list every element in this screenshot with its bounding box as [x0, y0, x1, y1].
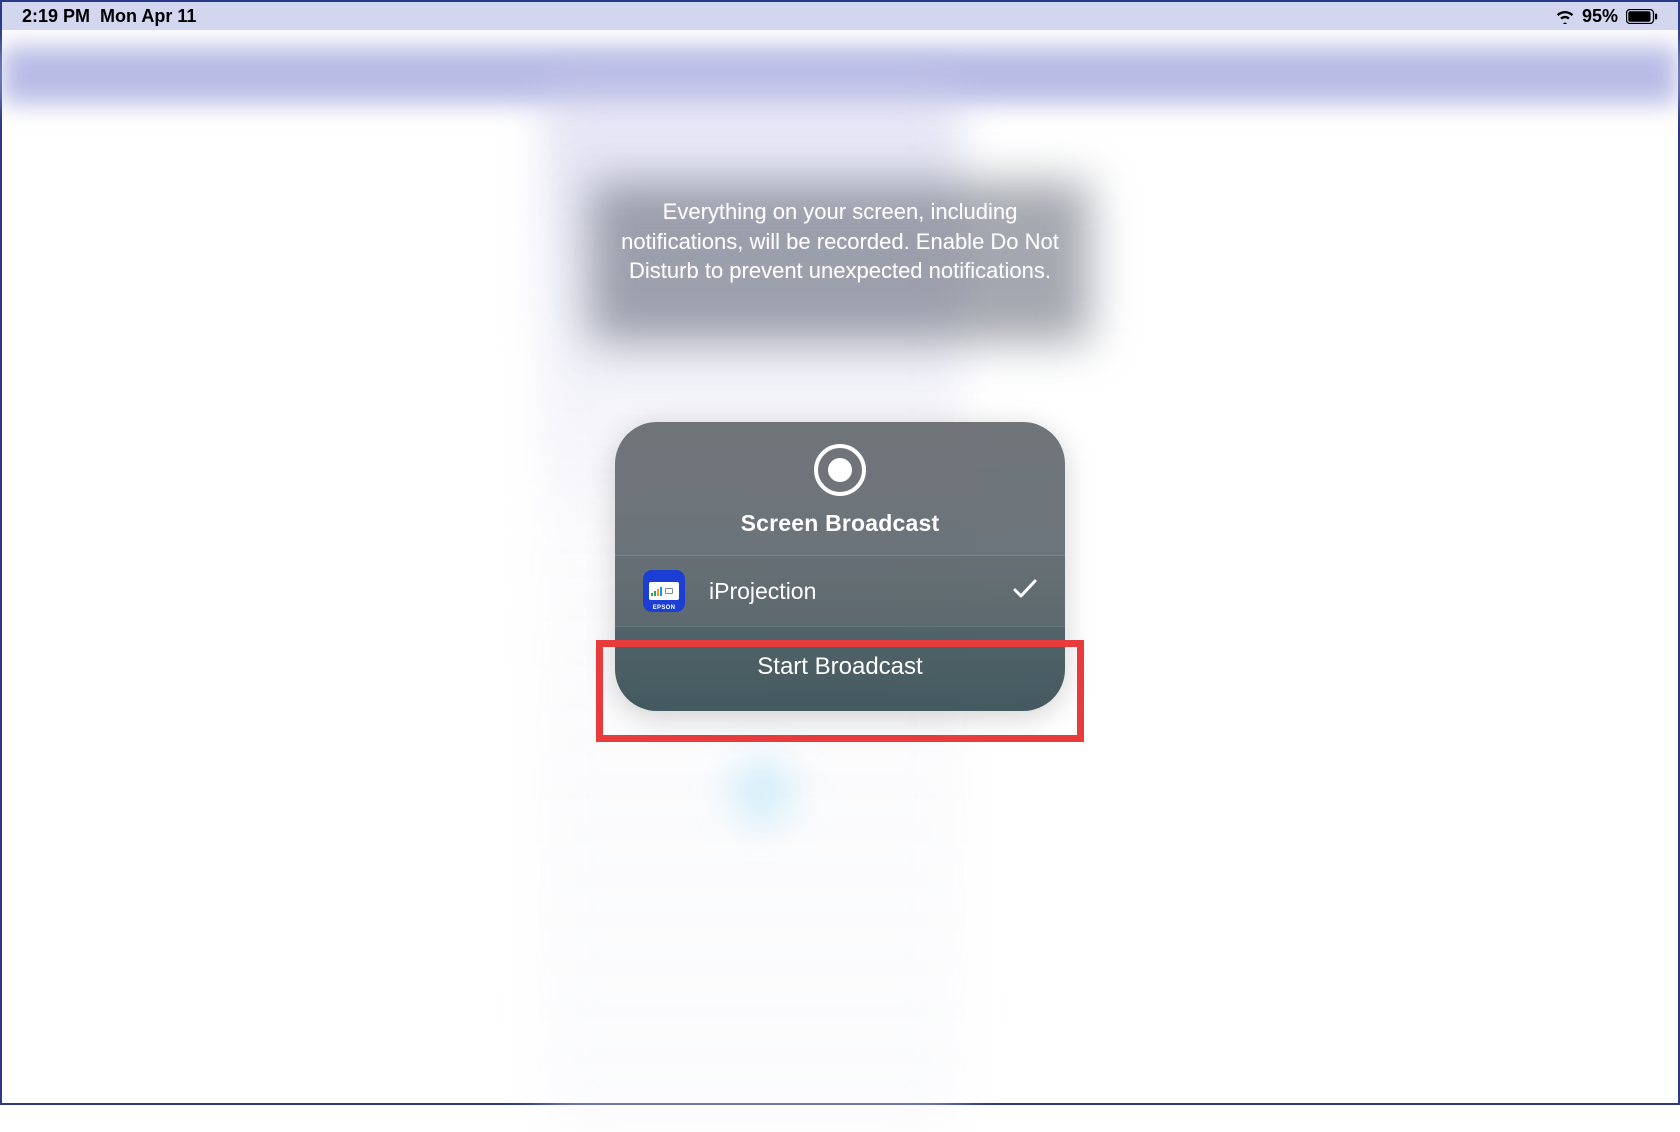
battery-icon	[1626, 9, 1658, 24]
status-battery-pct: 95%	[1582, 6, 1618, 27]
status-time: 2:19 PM	[22, 6, 90, 27]
popup-header: Screen Broadcast	[615, 422, 1065, 555]
checkmark-icon	[1013, 578, 1037, 605]
status-date: Mon Apr 11	[100, 6, 196, 27]
wifi-icon	[1554, 8, 1576, 24]
screen-broadcast-popup: Screen Broadcast EPSON iProjection Start…	[615, 422, 1065, 711]
popup-title: Screen Broadcast	[741, 510, 940, 537]
iprojection-app-icon: EPSON	[643, 570, 685, 612]
record-icon	[814, 444, 866, 496]
broadcast-app-row[interactable]: EPSON iProjection	[615, 555, 1065, 626]
broadcast-app-name: iProjection	[709, 578, 1013, 605]
recording-info-text: Everything on your screen, including not…	[600, 197, 1080, 286]
blurred-background-accent	[712, 742, 812, 842]
status-bar: 2:19 PM Mon Apr 11 95%	[2, 2, 1678, 30]
start-broadcast-button[interactable]: Start Broadcast	[615, 626, 1065, 711]
